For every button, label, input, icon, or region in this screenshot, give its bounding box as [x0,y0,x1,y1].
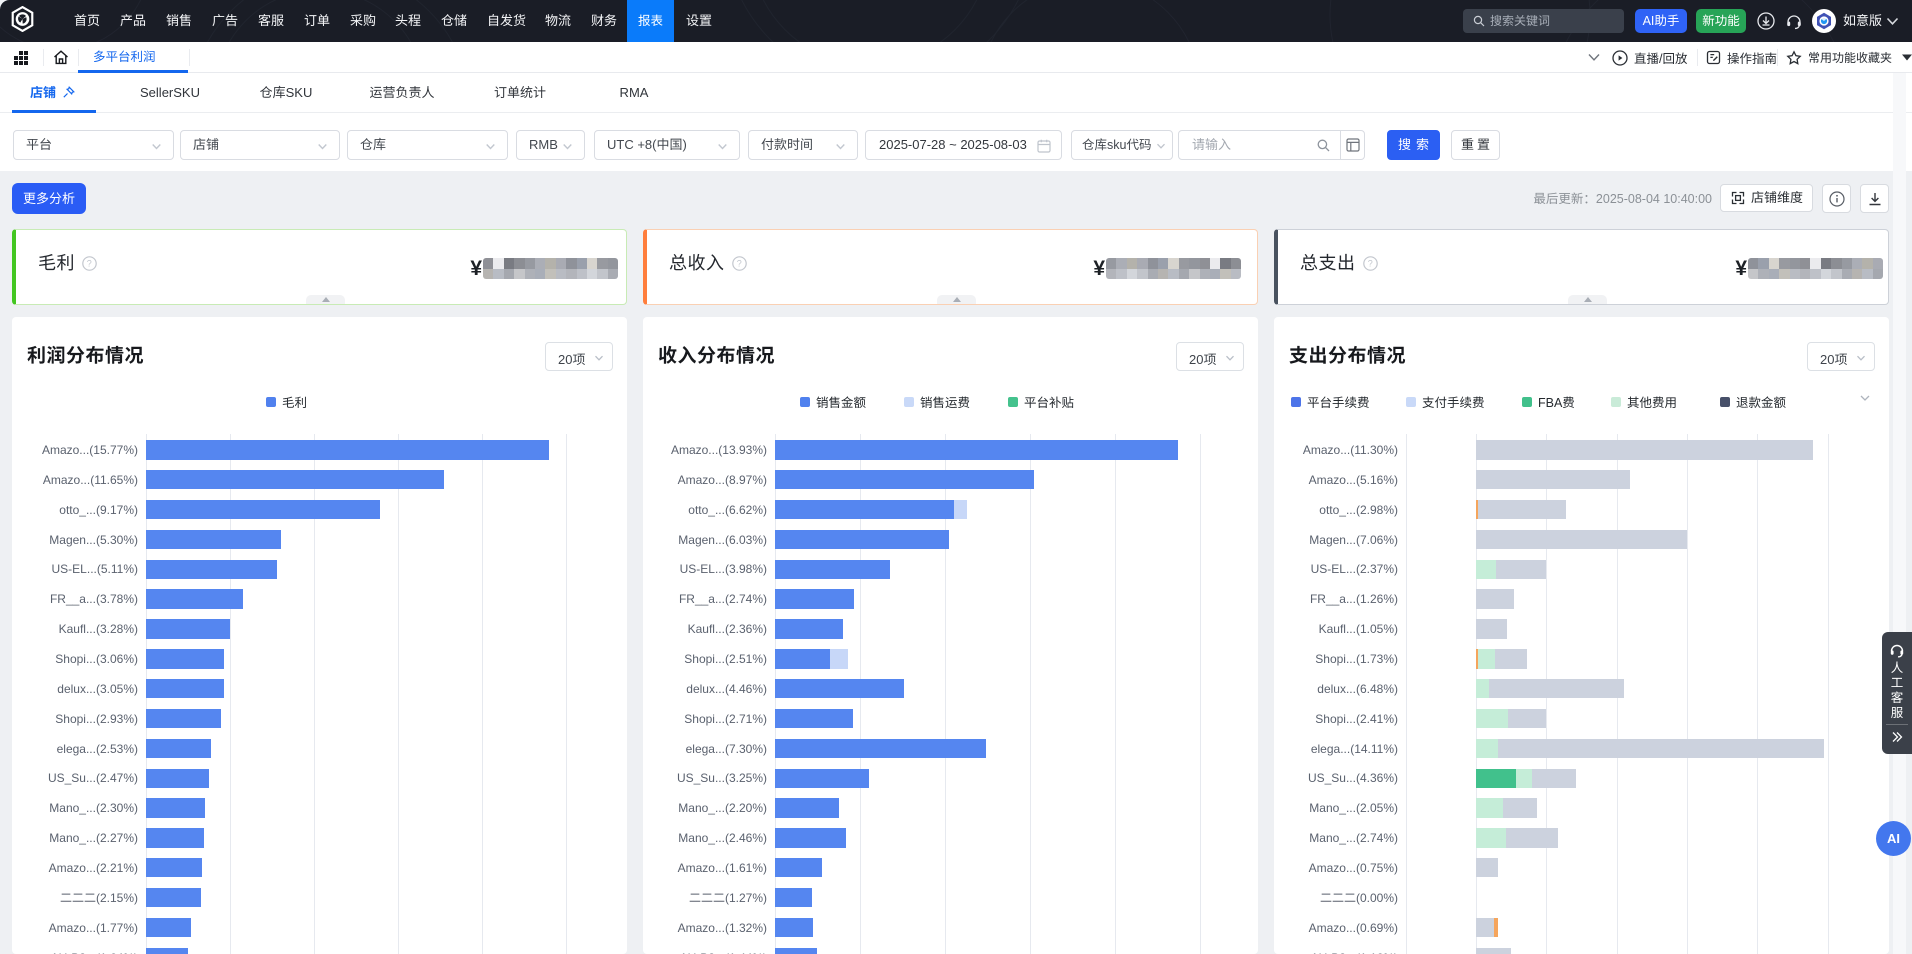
svg-text:?: ? [1367,259,1373,269]
svg-text:?: ? [736,259,742,269]
svg-text:?: ? [87,259,93,269]
